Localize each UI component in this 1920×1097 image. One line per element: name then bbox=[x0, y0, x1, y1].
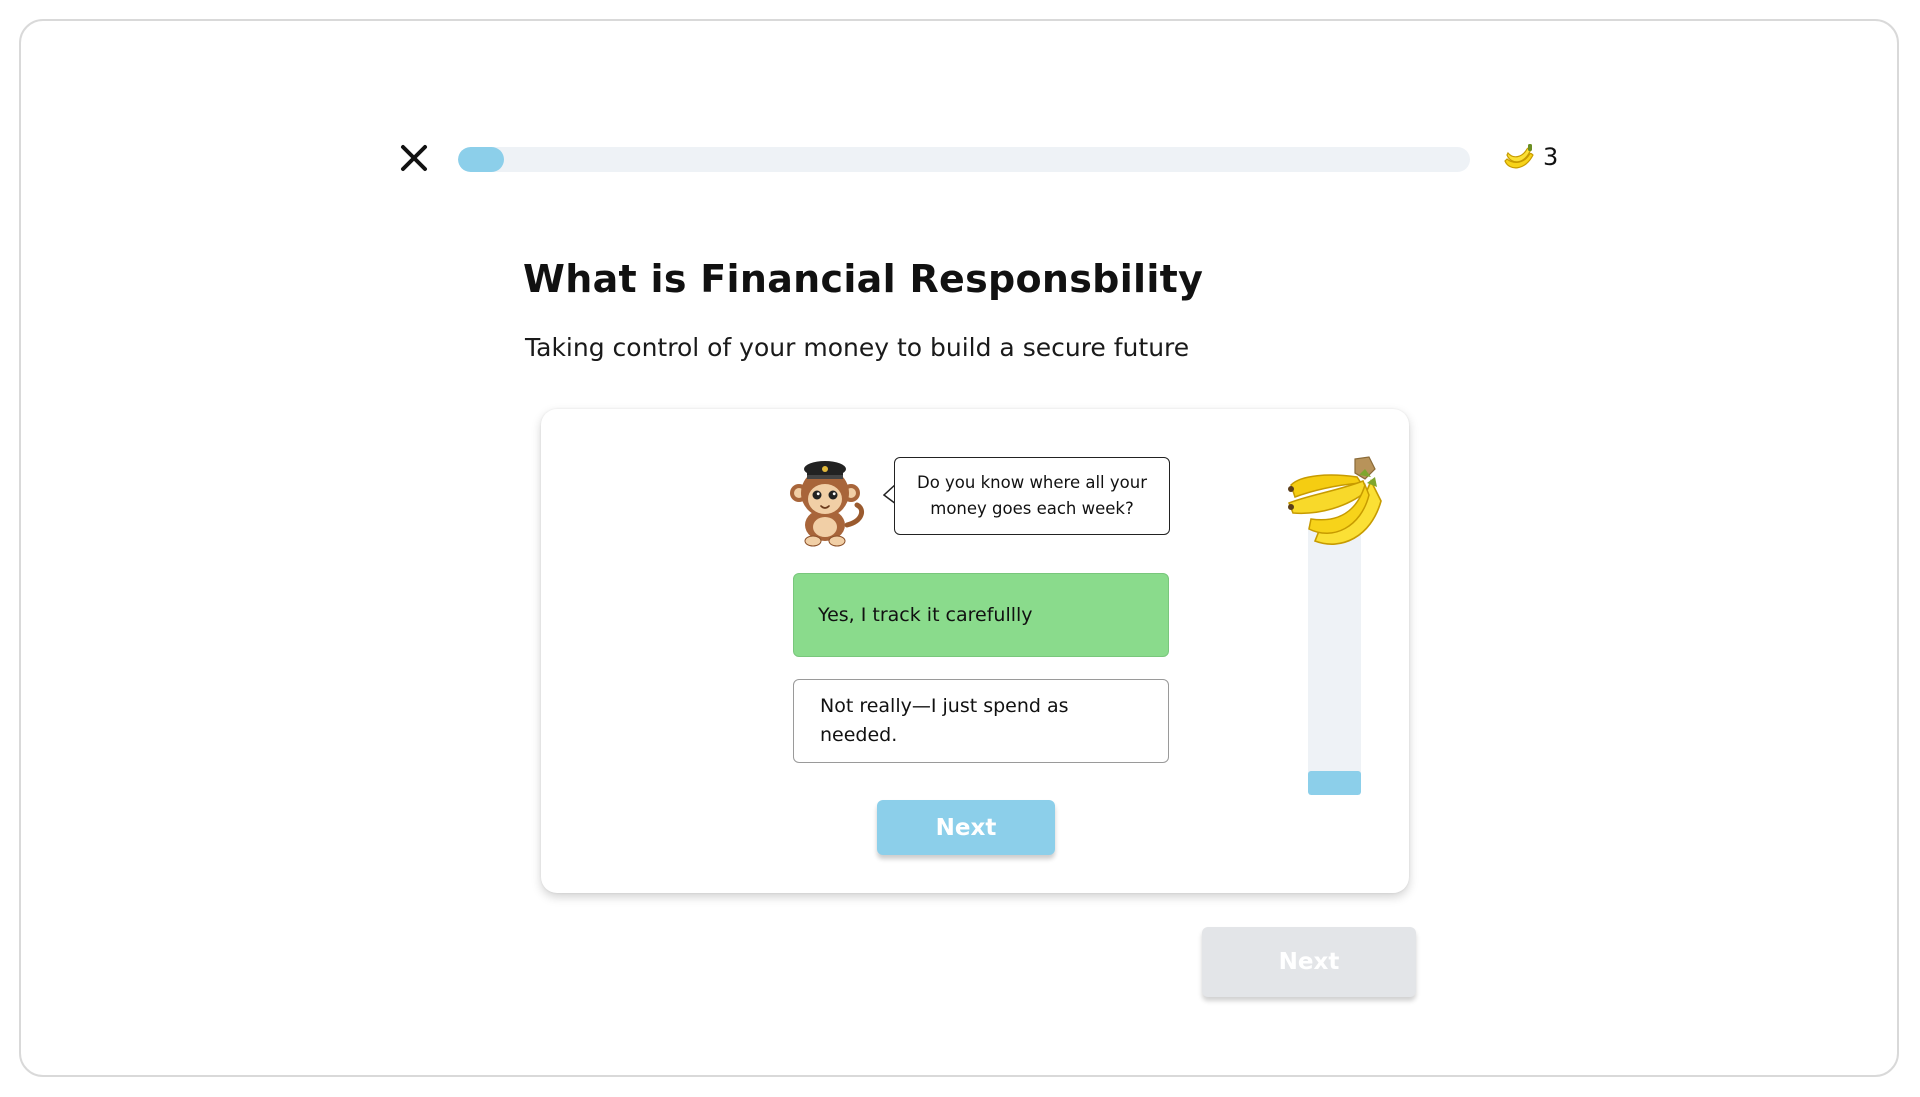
lesson-progress-bar bbox=[458, 147, 1470, 172]
close-icon bbox=[401, 145, 427, 171]
app-frame: 3 What is Financial Responsbility Taking… bbox=[19, 19, 1899, 1077]
banana-count: 3 bbox=[1543, 143, 1559, 171]
banana-meter-fill bbox=[1308, 770, 1361, 795]
page-title: What is Financial Responsbility bbox=[523, 257, 1204, 301]
question-text: Do you know where all your money goes ea… bbox=[916, 473, 1147, 518]
banana-icon bbox=[1504, 144, 1534, 169]
answer-option-yes[interactable]: Yes, I track it carefullly bbox=[793, 573, 1169, 657]
lesson-progress-fill bbox=[458, 147, 504, 172]
lesson-next-button[interactable]: Next bbox=[1202, 927, 1416, 997]
page-subtitle: Taking control of your money to build a … bbox=[525, 333, 1190, 362]
question-speech-bubble: Do you know where all your money goes ea… bbox=[894, 457, 1170, 535]
close-button[interactable] bbox=[399, 143, 429, 173]
banana-counter: 3 bbox=[1501, 137, 1558, 177]
banana-meter bbox=[1308, 525, 1361, 795]
question-card: Do you know where all your money goes ea… bbox=[541, 409, 1409, 893]
banana-bunch-icon bbox=[1288, 456, 1382, 545]
answer-option-no[interactable]: Not really—I just spend as needed. bbox=[793, 679, 1169, 763]
answer-option-label: Not really—I just spend as needed. bbox=[820, 695, 1069, 746]
answer-option-label: Yes, I track it carefullly bbox=[818, 603, 1033, 626]
monkey-mascot-icon bbox=[790, 461, 865, 547]
card-next-button[interactable]: Next bbox=[877, 800, 1055, 855]
